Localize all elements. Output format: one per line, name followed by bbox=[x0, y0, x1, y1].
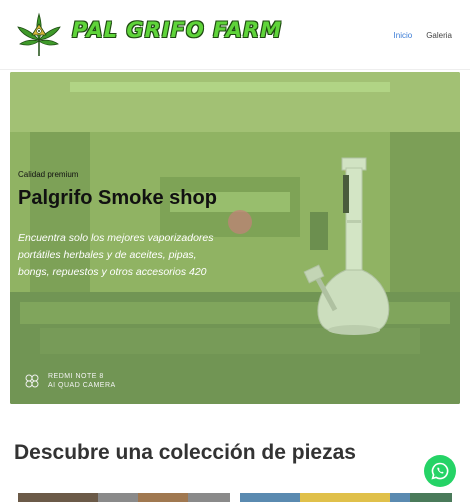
nav-link-galeria[interactable]: Galeria bbox=[426, 31, 452, 40]
gallery-thumbnail[interactable] bbox=[240, 493, 452, 502]
camera-watermark: REDMI NOTE 8 AI QUAD CAMERA bbox=[24, 372, 116, 390]
section-title: Descubre una colección de piezas bbox=[14, 441, 356, 464]
hero-banner: Calidad premium Palgrifo Smoke shop Encu… bbox=[10, 72, 460, 404]
site-header: PAL GRIFO FARM Inicio Galeria bbox=[0, 0, 470, 70]
main-nav: Inicio Galeria bbox=[394, 31, 452, 40]
hero-title: Palgrifo Smoke shop bbox=[18, 187, 217, 209]
nav-link-inicio[interactable]: Inicio bbox=[394, 31, 413, 40]
camera-lens-icon bbox=[25, 374, 39, 388]
hero-description: Encuentra solo los mejores vaporizadores… bbox=[18, 232, 214, 278]
watermark-line-1: REDMI NOTE 8 bbox=[48, 373, 104, 380]
watermark-line-2: AI QUAD CAMERA bbox=[48, 382, 116, 389]
cannabis-leaf-icon[interactable] bbox=[14, 10, 64, 60]
whatsapp-chat-button[interactable] bbox=[424, 455, 456, 487]
whatsapp-icon bbox=[431, 462, 449, 480]
camera-watermark-text: REDMI NOTE 8 AI QUAD CAMERA bbox=[48, 372, 116, 390]
hero-eyebrow: Calidad premium bbox=[18, 170, 79, 179]
gallery-thumbnail[interactable] bbox=[18, 493, 230, 502]
brand-name[interactable]: PAL GRIFO FARM bbox=[72, 18, 282, 42]
